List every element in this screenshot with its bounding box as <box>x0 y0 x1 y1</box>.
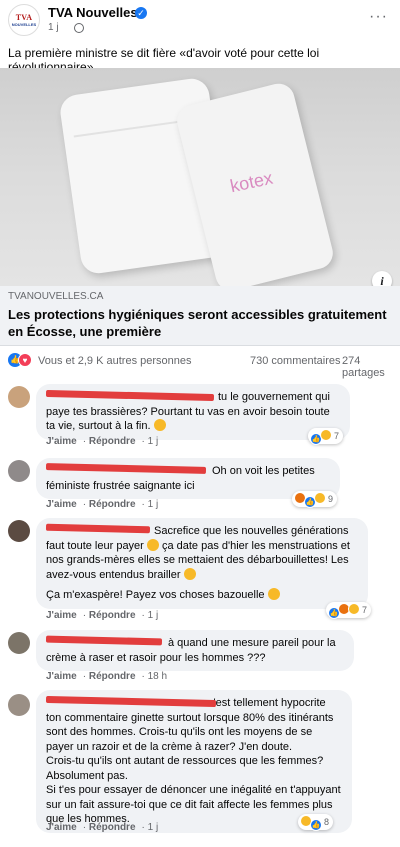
comment-text-2: Crois-tu qu'ils ont autant de ressources… <box>46 755 324 782</box>
avatar[interactable] <box>8 632 30 654</box>
avatar[interactable] <box>8 460 30 482</box>
love-reaction-icon[interactable]: ♥ <box>18 353 32 367</box>
comments-count[interactable]: 730 commentaires <box>250 355 341 367</box>
like-reaction-icon: 👍 <box>310 819 322 831</box>
comment: Sacrefice que les nouvelles générations … <box>8 518 398 630</box>
comment-actions: J'aime · Répondre · 1 j <box>46 499 159 510</box>
comment-time: 1 j <box>147 499 159 510</box>
link-preview[interactable]: TVANOUVELLES.CA Les protections hygiéniq… <box>0 286 400 346</box>
globe-icon <box>74 23 84 33</box>
like-button[interactable]: J'aime <box>46 822 77 833</box>
comment-text-3: Si t'es pour essayer de dénoncer une iné… <box>46 784 341 825</box>
haha-reaction-icon <box>320 429 332 441</box>
post-time[interactable]: 1 j <box>48 22 59 33</box>
comment-bubble: Sacrefice que les nouvelles générations … <box>36 518 368 609</box>
comment-text-3: Ça m'exaspère! Payez vos choses bazouell… <box>46 589 265 601</box>
reply-button[interactable]: Répondre <box>89 822 136 833</box>
reaction-count: 7 <box>334 431 340 441</box>
avatar[interactable] <box>8 520 30 542</box>
emoji-icon <box>267 588 280 600</box>
reaction-count: 8 <box>324 817 330 827</box>
comment: à quand une mesure pareil pour la crème … <box>8 630 398 686</box>
comment: c'est tellement hypocrite ton commentair… <box>8 690 398 840</box>
reply-button[interactable]: Répondre <box>89 436 136 447</box>
redacted-name <box>45 695 217 708</box>
page-name[interactable]: TVA Nouvelles <box>48 5 138 20</box>
comment-bubble: à quand une mesure pareil pour la crème … <box>36 630 354 671</box>
comment-time: 1 j <box>147 822 159 833</box>
like-button[interactable]: J'aime <box>46 671 77 682</box>
avatar[interactable] <box>8 386 30 408</box>
comment-reactions[interactable]: 👍 7 <box>326 602 372 619</box>
link-domain: TVANOUVELLES.CA <box>8 291 104 302</box>
comment: tu le gouvernement qui paye tes brassièr… <box>8 384 398 448</box>
like-button[interactable]: J'aime <box>46 610 77 621</box>
reactions-bar: 👍 ♥ Vous et 2,9 K autres personnes 730 c… <box>8 352 392 379</box>
comment-actions: J'aime · Répondre · 1 j <box>46 822 159 833</box>
redacted-name <box>45 635 163 646</box>
verified-badge-icon: ✓ <box>135 7 147 19</box>
shares-count[interactable]: 274 partages <box>342 355 392 379</box>
haha-reaction-icon <box>348 603 360 615</box>
comment-reactions[interactable]: 👍 7 <box>308 428 344 445</box>
comment-bubble: tu le gouvernement qui paye tes brassièr… <box>36 384 350 440</box>
redacted-name <box>45 389 215 402</box>
avatar[interactable] <box>8 694 30 716</box>
comment: Oh on voit les petites féministe frustré… <box>8 458 398 514</box>
post-image[interactable]: kotex i <box>0 68 400 286</box>
more-options-icon[interactable]: ··· <box>369 8 388 26</box>
tva-logo-text: TVA <box>15 13 33 22</box>
link-title: Les protections hygiéniques seront acces… <box>8 307 387 339</box>
like-button[interactable]: J'aime <box>46 436 77 447</box>
reply-button[interactable]: Répondre <box>89 610 136 621</box>
haha-reaction-icon <box>314 492 326 504</box>
emoji-icon <box>146 538 159 551</box>
comment-time: 18 h <box>147 671 168 682</box>
comment-reactions[interactable]: 👍 8 <box>298 814 334 831</box>
reaction-count: 9 <box>328 494 334 504</box>
comment-actions: J'aime · Répondre · 18 h <box>46 671 168 682</box>
tva-logo-subtext: NOUVELLES <box>11 22 37 27</box>
emoji-icon <box>153 419 166 431</box>
reply-button[interactable]: Répondre <box>89 499 136 510</box>
comment-time: 1 j <box>147 610 159 621</box>
redacted-name <box>45 523 151 534</box>
reaction-summary[interactable]: Vous et 2,9 K autres personnes <box>38 355 192 367</box>
reaction-count: 7 <box>362 605 368 615</box>
like-button[interactable]: J'aime <box>46 499 77 510</box>
post-header: TVA NOUVELLES TVA Nouvelles ✓ 1 j ··· <box>8 4 392 38</box>
comment-actions: J'aime · Répondre · 1 j <box>46 610 159 621</box>
page-avatar[interactable]: TVA NOUVELLES <box>8 4 40 36</box>
reply-button[interactable]: Répondre <box>89 671 136 682</box>
redacted-name <box>45 463 207 474</box>
info-icon[interactable]: i <box>372 271 392 286</box>
comment-actions: J'aime · Répondre · 1 j <box>46 436 159 447</box>
comment-time: 1 j <box>147 436 159 447</box>
emoji-icon <box>183 567 196 580</box>
comment-reactions[interactable]: 👍 9 <box>292 491 338 508</box>
comment-bubble: c'est tellement hypocrite ton commentair… <box>36 690 352 833</box>
